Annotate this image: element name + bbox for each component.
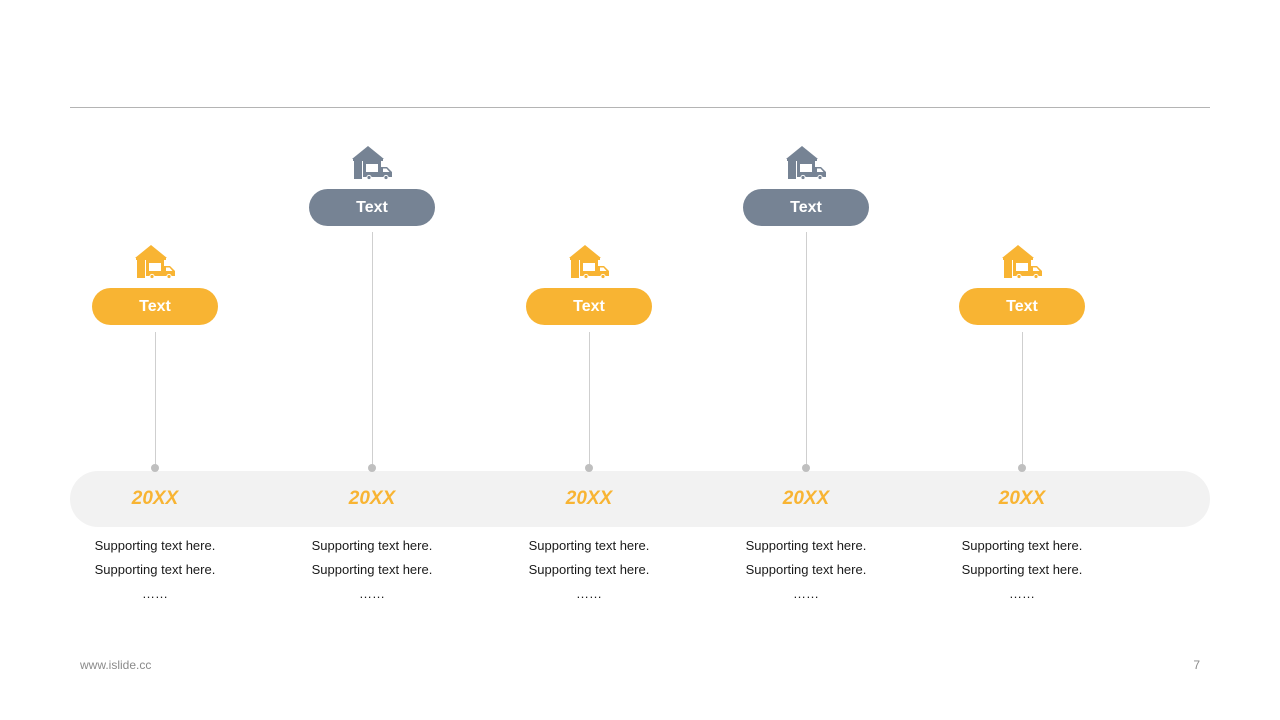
supporting-line: Supporting text here. — [745, 538, 867, 553]
supporting-text: Supporting text here. Supporting text he… — [297, 534, 447, 606]
warehouse-truck-icon — [133, 243, 177, 279]
supporting-text: Supporting text here. Supporting text he… — [947, 534, 1097, 606]
page-number: 7 — [1193, 658, 1200, 672]
supporting-line: Supporting text here. — [311, 538, 433, 553]
supporting-text: Supporting text here. Supporting text he… — [80, 534, 230, 606]
connector-line — [1022, 332, 1023, 466]
milestone-year: 20XX — [348, 488, 396, 509]
supporting-line: Supporting text here. — [961, 538, 1083, 553]
supporting-line: Supporting text here. — [94, 562, 216, 577]
supporting-line: Supporting text here. — [745, 562, 867, 577]
timeline-dot — [585, 464, 593, 472]
milestone-pill: Text — [959, 288, 1085, 325]
milestone-year: 20XX — [998, 488, 1046, 509]
warehouse-truck-icon — [784, 144, 828, 180]
supporting-line: Supporting text here. — [961, 562, 1083, 577]
milestone-pill: Text — [526, 288, 652, 325]
timeline-dot — [368, 464, 376, 472]
connector-line — [155, 332, 156, 466]
supporting-ellipsis: …… — [576, 586, 602, 601]
warehouse-truck-icon — [567, 243, 611, 279]
supporting-line: Supporting text here. — [528, 538, 650, 553]
supporting-line: Supporting text here. — [94, 538, 216, 553]
connector-line — [806, 232, 807, 466]
top-divider — [70, 107, 1210, 108]
supporting-line: Supporting text here. — [528, 562, 650, 577]
supporting-ellipsis: …… — [1009, 586, 1035, 601]
supporting-line: Supporting text here. — [311, 562, 433, 577]
supporting-text: Supporting text here. Supporting text he… — [514, 534, 664, 606]
timeline-dot — [151, 464, 159, 472]
connector-line — [589, 332, 590, 466]
warehouse-truck-icon — [350, 144, 394, 180]
milestone-year: 20XX — [565, 488, 613, 509]
connector-line — [372, 232, 373, 466]
warehouse-truck-icon — [1000, 243, 1044, 279]
supporting-ellipsis: …… — [793, 586, 819, 601]
supporting-ellipsis: …… — [359, 586, 385, 601]
supporting-ellipsis: …… — [142, 586, 168, 601]
milestone-year: 20XX — [782, 488, 830, 509]
milestone-pill: Text — [92, 288, 218, 325]
footer-website[interactable]: www.islide.cc — [80, 658, 151, 672]
milestone-pill: Text — [743, 189, 869, 226]
milestone-year: 20XX — [131, 488, 179, 509]
milestone-pill: Text — [309, 189, 435, 226]
supporting-text: Supporting text here. Supporting text he… — [731, 534, 881, 606]
timeline-dot — [802, 464, 810, 472]
timeline-dot — [1018, 464, 1026, 472]
